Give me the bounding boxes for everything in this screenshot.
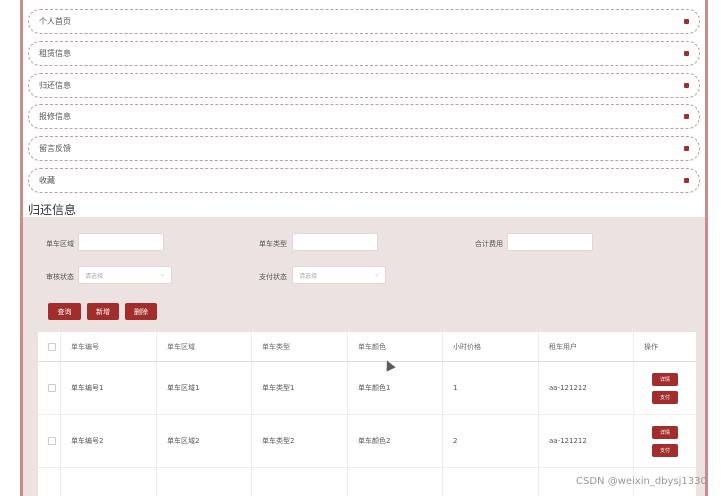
arrow-icon bbox=[684, 51, 689, 56]
arrow-icon bbox=[684, 178, 689, 183]
delete-button[interactable]: 删除 bbox=[125, 303, 157, 320]
row-checkbox-cell bbox=[38, 415, 60, 467]
table-row: 单车编号2 单车区域2 单车类型2 单车颜色2 2 aa-121212 详情 支… bbox=[38, 415, 696, 468]
cell-hourly-price: 2 bbox=[442, 415, 538, 467]
cell-empty bbox=[347, 468, 442, 496]
cell-hourly-price: 1 bbox=[442, 362, 538, 414]
chevron-down-icon: ⌄ bbox=[373, 271, 379, 278]
row-checkbox-cell bbox=[38, 468, 60, 496]
menu-item-label: 收藏 bbox=[39, 176, 55, 185]
area-label: 单车区域 bbox=[46, 240, 74, 248]
add-button[interactable]: 新增 bbox=[87, 303, 119, 320]
menu-item-return[interactable]: 归还信息 bbox=[28, 73, 700, 98]
cell-bike-no: 单车编号2 bbox=[60, 415, 156, 467]
menu-item-rental[interactable]: 租赁信息 bbox=[28, 41, 700, 66]
header-bike-no: 单车编号 bbox=[60, 332, 156, 361]
menu-item-label: 租赁信息 bbox=[39, 49, 71, 58]
header-bike-type: 单车类型 bbox=[251, 332, 347, 361]
cell-renter: aa-121212 bbox=[538, 362, 633, 414]
table-header: 单车编号 单车区域 单车类型 单车颜色 小时价格 租车用户 操作 bbox=[38, 332, 696, 362]
cell-bike-color: 单车颜色1 bbox=[347, 362, 442, 414]
row-checkbox[interactable] bbox=[48, 437, 56, 445]
cell-bike-no: 单车编号1 bbox=[60, 362, 156, 414]
header-checkbox-cell bbox=[38, 332, 60, 361]
pay-status-select[interactable]: 请选择 ⌄ bbox=[292, 266, 386, 284]
review-status-label: 审核状态 bbox=[46, 273, 74, 281]
cell-bike-color: 单车颜色2 bbox=[347, 415, 442, 467]
header-bike-color: 单车颜色 bbox=[347, 332, 442, 361]
pay-button[interactable]: 支付 bbox=[652, 390, 678, 404]
cell-actions: 详情 支付 bbox=[633, 362, 696, 414]
total-fee-label: 合计费用 bbox=[475, 240, 503, 248]
area-input[interactable] bbox=[78, 233, 164, 251]
menu-item-favorites[interactable]: 收藏 bbox=[28, 168, 700, 193]
pay-button[interactable]: 支付 bbox=[652, 443, 678, 457]
cell-empty bbox=[156, 468, 251, 496]
cell-actions: 详情 支付 bbox=[633, 415, 696, 467]
type-input[interactable] bbox=[292, 233, 378, 251]
header-hourly-price: 小时价格 bbox=[442, 332, 538, 361]
arrow-icon bbox=[684, 19, 689, 24]
menu-item-repair[interactable]: 报修信息 bbox=[28, 104, 700, 129]
header-renter: 租车用户 bbox=[538, 332, 633, 361]
total-fee-input[interactable] bbox=[507, 233, 593, 251]
review-status-select[interactable]: 请选择 ⌄ bbox=[78, 266, 172, 284]
return-info-table: 单车编号 单车区域 单车类型 单车颜色 小时价格 租车用户 操作 单车编号1 单… bbox=[38, 332, 696, 496]
menu-item-home[interactable]: 个人首页 bbox=[28, 9, 700, 34]
row-checkbox-cell bbox=[38, 362, 60, 414]
cell-renter: aa-121212 bbox=[538, 415, 633, 467]
cell-empty bbox=[442, 468, 538, 496]
menu-item-label: 个人首页 bbox=[39, 17, 71, 26]
cell-bike-type: 单车类型2 bbox=[251, 415, 347, 467]
pay-status-placeholder: 请选择 bbox=[299, 272, 318, 280]
review-status-placeholder: 请选择 bbox=[85, 272, 104, 280]
header-bike-area: 单车区域 bbox=[156, 332, 251, 361]
arrow-icon bbox=[684, 146, 689, 151]
header-actions: 操作 bbox=[633, 332, 696, 361]
type-label: 单车类型 bbox=[259, 240, 287, 248]
cell-bike-area: 单车区域2 bbox=[156, 415, 251, 467]
table-row: 单车编号1 单车区域1 单车类型1 单车颜色1 1 aa-121212 详情 支… bbox=[38, 362, 696, 415]
cell-empty bbox=[251, 468, 347, 496]
cell-bike-area: 单车区域1 bbox=[156, 362, 251, 414]
watermark: CSDN @weixin_dbysj1330 bbox=[576, 476, 707, 487]
menu-item-feedback[interactable]: 留言反馈 bbox=[28, 136, 700, 161]
cell-bike-type: 单车类型1 bbox=[251, 362, 347, 414]
chevron-down-icon: ⌄ bbox=[159, 271, 165, 278]
arrow-icon bbox=[684, 114, 689, 119]
menu-item-label: 归还信息 bbox=[39, 81, 71, 90]
menu-item-label: 报修信息 bbox=[39, 112, 71, 121]
page-title: 归还信息 bbox=[28, 203, 77, 217]
select-all-checkbox[interactable] bbox=[48, 342, 56, 351]
detail-button[interactable]: 详情 bbox=[652, 372, 678, 386]
query-button[interactable]: 查询 bbox=[48, 303, 81, 320]
pay-status-label: 支付状态 bbox=[259, 273, 287, 281]
right-frame-border bbox=[705, 0, 708, 496]
detail-button[interactable]: 详情 bbox=[652, 425, 678, 439]
arrow-icon bbox=[684, 83, 689, 88]
row-checkbox[interactable] bbox=[48, 384, 56, 392]
menu-item-label: 留言反馈 bbox=[39, 144, 71, 153]
cell-empty bbox=[60, 468, 156, 496]
